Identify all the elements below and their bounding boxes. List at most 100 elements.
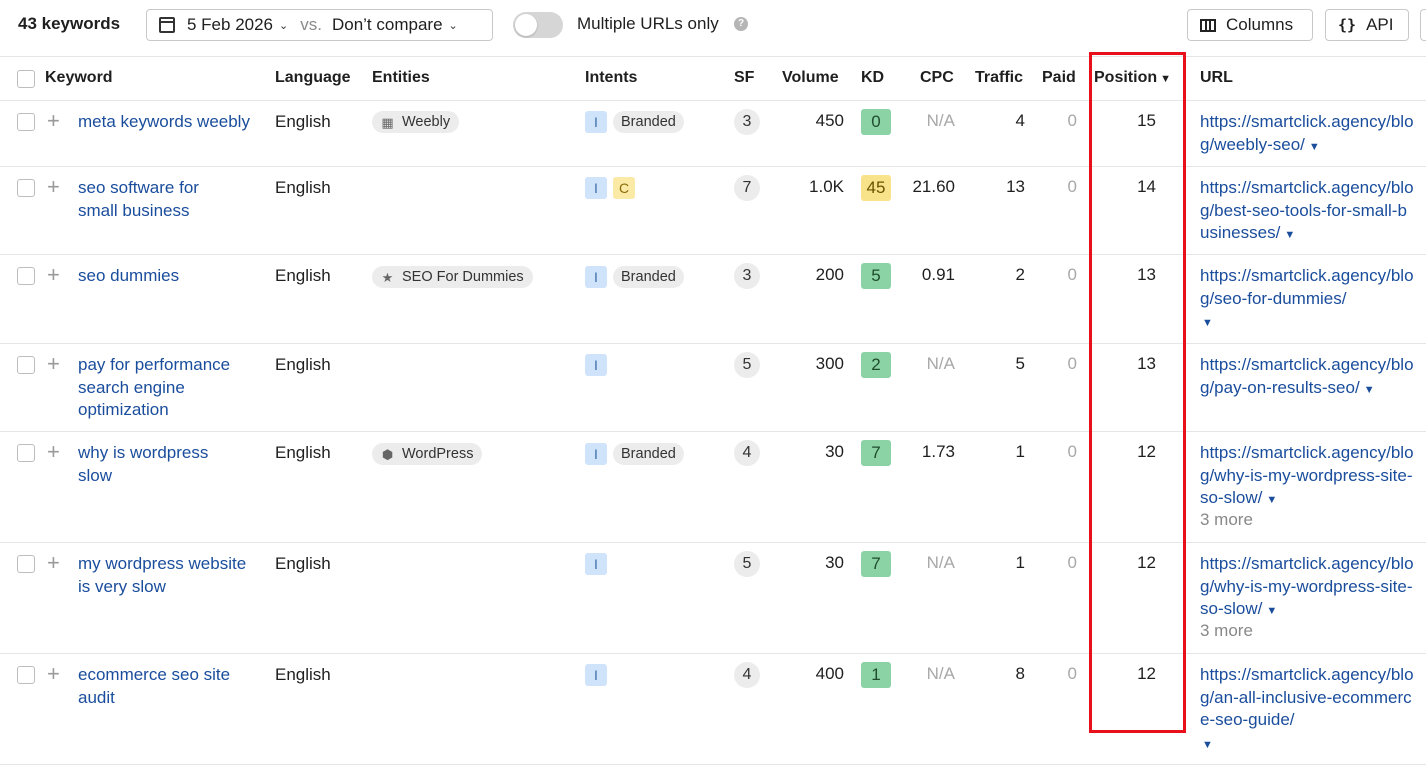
language: English (275, 355, 331, 374)
url-link[interactable]: https://smartclick.agency/blog/best-seo-… (1200, 177, 1415, 247)
keyword-link[interactable]: pay for performance search engine optimi… (78, 354, 258, 422)
entity-chip[interactable]: ⬢ WordPress (372, 443, 483, 465)
url-link[interactable]: https://smartclick.agency/blog/pay-on-re… (1200, 354, 1415, 401)
row-checkbox[interactable] (17, 179, 35, 197)
keyword-link[interactable]: my wordpress website is very slow (78, 553, 258, 598)
calendar-icon (159, 17, 175, 33)
url-link[interactable]: https://smartclick.agency/blog/why-is-my… (1200, 442, 1415, 512)
divider (0, 56, 1426, 57)
caret-down-icon[interactable]: ▼ (1202, 317, 1213, 329)
caret-down-icon[interactable]: ▼ (1364, 384, 1375, 396)
kd-badge: 1 (861, 662, 891, 688)
col-intents[interactable]: Intents (585, 69, 637, 87)
cpc: N/A (926, 553, 955, 572)
keyword-link[interactable]: ecommerce seo site audit (78, 664, 258, 709)
star-icon: ★ (381, 269, 394, 285)
row-checkbox[interactable] (17, 356, 35, 374)
intent-informational: I (585, 664, 607, 686)
col-language[interactable]: Language (275, 69, 351, 87)
row-checkbox[interactable] (17, 444, 35, 462)
caret-down-icon[interactable]: ▼ (1266, 605, 1277, 617)
entity-chip[interactable]: ▦ Weebly (372, 111, 460, 133)
col-entities[interactable]: Entities (372, 69, 430, 87)
row-checkbox[interactable] (17, 267, 35, 285)
url-link[interactable]: https://smartclick.agency/blog/seo-for-d… (1200, 265, 1415, 335)
serp-features-count[interactable]: 3 (734, 109, 760, 135)
divider (0, 431, 1426, 432)
serp-features-count[interactable]: 4 (734, 440, 760, 466)
cpc: 1.73 (921, 442, 955, 461)
intent-informational: I (585, 553, 607, 575)
volume: 30 (825, 553, 844, 572)
col-keyword[interactable]: Keyword (45, 69, 113, 87)
keyword-link[interactable]: meta keywords weebly (78, 111, 258, 134)
serp-features-count[interactable]: 5 (734, 551, 760, 577)
kd-badge: 2 (861, 352, 891, 378)
col-volume[interactable]: Volume (782, 69, 839, 87)
caret-down-icon[interactable]: ▼ (1309, 141, 1320, 153)
divider (0, 166, 1426, 167)
caret-down-icon[interactable]: ▼ (1266, 494, 1277, 506)
date-compare-selector[interactable]: 5 Feb 2026 ⌄ vs. Don’t compare ⌄ (146, 9, 493, 41)
keyword-link[interactable]: seo software for small business (78, 177, 228, 222)
cpc: 0.91 (921, 265, 955, 284)
plus-icon[interactable]: + (47, 264, 60, 286)
api-button[interactable]: {} API (1325, 9, 1409, 41)
url-link[interactable]: https://smartclick.agency/blog/why-is-my… (1200, 553, 1415, 623)
url-text: https://smartclick.agency/blog/an-all-in… (1200, 665, 1414, 729)
plus-icon[interactable]: + (47, 176, 60, 198)
multiple-urls-toggle[interactable] (513, 12, 563, 38)
keyword-link[interactable]: seo dummies (78, 265, 258, 288)
more-urls-link[interactable]: 3 more (1200, 621, 1253, 641)
more-urls-link[interactable]: 3 more (1200, 510, 1253, 530)
divider (0, 254, 1426, 255)
plus-icon[interactable]: + (47, 353, 60, 375)
columns-button[interactable]: Columns (1187, 9, 1313, 41)
volume: 400 (815, 664, 844, 683)
intent-branded: Branded (613, 266, 684, 288)
col-url[interactable]: URL (1200, 69, 1233, 87)
plus-icon[interactable]: + (47, 552, 60, 574)
url-text: https://smartclick.agency/blog/seo-for-d… (1200, 266, 1414, 308)
more-button[interactable] (1420, 9, 1426, 41)
language: English (275, 178, 331, 197)
language: English (275, 665, 331, 684)
url-link[interactable]: https://smartclick.agency/blog/weebly-se… (1200, 111, 1415, 158)
serp-features-count[interactable]: 4 (734, 662, 760, 688)
serp-features-count[interactable]: 7 (734, 175, 760, 201)
col-sf[interactable]: SF (734, 69, 754, 87)
row-checkbox[interactable] (17, 113, 35, 131)
toolbar: 43 keywords 5 Feb 2026 ⌄ vs. Don’t compa… (0, 0, 1426, 50)
url-text: https://smartclick.agency/blog/why-is-my… (1200, 443, 1414, 507)
plus-icon[interactable]: + (47, 441, 60, 463)
position-highlight-box (1089, 52, 1186, 733)
url-link[interactable]: https://smartclick.agency/blog/an-all-in… (1200, 664, 1415, 756)
serp-features-count[interactable]: 5 (734, 352, 760, 378)
plus-icon[interactable]: + (47, 663, 60, 685)
row-checkbox[interactable] (17, 555, 35, 573)
paid: 0 (1067, 553, 1077, 572)
serp-features-count[interactable]: 3 (734, 263, 760, 289)
row-checkbox[interactable] (17, 666, 35, 684)
traffic: 13 (1006, 177, 1025, 196)
traffic: 4 (1015, 111, 1025, 130)
kd-badge: 45 (861, 175, 891, 201)
plus-icon[interactable]: + (47, 110, 60, 132)
col-traffic[interactable]: Traffic (975, 69, 1023, 87)
keyword-link[interactable]: why is wordpress slow (78, 442, 228, 487)
keyword-count: 43 keywords (18, 14, 121, 33)
col-paid[interactable]: Paid (1042, 69, 1076, 87)
paid: 0 (1067, 111, 1077, 130)
entity-chip[interactable]: ★ SEO For Dummies (372, 266, 533, 288)
col-cpc[interactable]: CPC (920, 69, 954, 87)
caret-down-icon[interactable]: ▼ (1284, 229, 1295, 241)
divider (0, 100, 1426, 101)
url-text: https://smartclick.agency/blog/why-is-my… (1200, 554, 1414, 618)
traffic: 8 (1015, 664, 1025, 683)
select-all-checkbox[interactable] (17, 70, 35, 88)
intent-branded: Branded (613, 443, 684, 465)
help-icon[interactable]: ? (734, 17, 748, 31)
caret-down-icon[interactable]: ▼ (1202, 739, 1213, 751)
col-kd[interactable]: KD (861, 69, 884, 87)
paid: 0 (1067, 664, 1077, 683)
